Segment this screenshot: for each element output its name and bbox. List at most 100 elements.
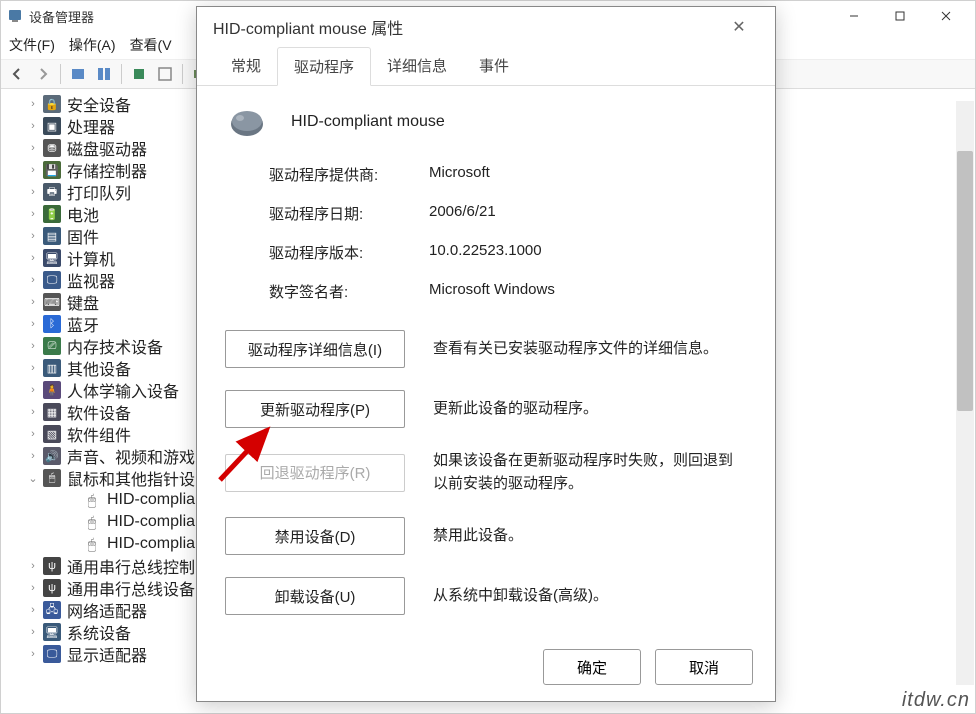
expand-icon[interactable]: › bbox=[27, 164, 39, 176]
driver-details-desc: 查看有关已安装驱动程序文件的详细信息。 bbox=[433, 338, 747, 361]
expand-icon[interactable]: › bbox=[27, 626, 39, 638]
expand-icon[interactable]: › bbox=[27, 604, 39, 616]
menu-action[interactable]: 操作(A) bbox=[69, 35, 116, 55]
tab-driver[interactable]: 驱动程序 bbox=[277, 47, 371, 86]
expand-icon[interactable]: › bbox=[27, 428, 39, 440]
category-icon: ⎚ bbox=[43, 337, 61, 355]
tree-item-label: 电池 bbox=[67, 202, 99, 226]
category-icon: 🖧 bbox=[43, 601, 61, 619]
category-icon: ψ bbox=[43, 557, 61, 575]
category-icon: ▦ bbox=[43, 403, 61, 421]
update-driver-button[interactable]: 更新驱动程序(P) bbox=[225, 390, 405, 428]
tabs: 常规 驱动程序 详细信息 事件 bbox=[197, 47, 775, 86]
toolbar-icon-4[interactable] bbox=[153, 62, 177, 86]
tree-item-label: 人体学输入设备 bbox=[67, 378, 179, 402]
expand-icon[interactable]: › bbox=[27, 142, 39, 154]
tree-item-label: 打印队列 bbox=[67, 180, 131, 204]
date-label: 驱动程序日期: bbox=[269, 203, 429, 224]
uninstall-device-desc: 从系统中卸载设备(高级)。 bbox=[433, 585, 747, 608]
tree-item-label: 蓝牙 bbox=[67, 312, 99, 336]
scrollbar-thumb[interactable] bbox=[957, 151, 973, 411]
category-icon: ▥ bbox=[43, 359, 61, 377]
expand-icon[interactable]: › bbox=[27, 120, 39, 132]
tree-item-label: 内存技术设备 bbox=[67, 334, 163, 358]
expand-icon[interactable]: › bbox=[27, 230, 39, 242]
category-icon: 🖵 bbox=[43, 645, 61, 663]
expand-icon[interactable]: ⌄ bbox=[27, 472, 39, 485]
expand-icon[interactable]: › bbox=[27, 252, 39, 264]
uninstall-device-button[interactable]: 卸载设备(U) bbox=[225, 577, 405, 615]
dialog-titlebar: HID-compliant mouse 属性 ✕ bbox=[197, 7, 775, 47]
expand-icon[interactable]: › bbox=[27, 340, 39, 352]
driver-info: 驱动程序提供商: Microsoft 驱动程序日期: 2006/6/21 驱动程… bbox=[225, 164, 747, 302]
category-icon: ⌨ bbox=[43, 293, 61, 311]
dialog-title: HID-compliant mouse 属性 bbox=[213, 15, 719, 39]
version-value: 10.0.22523.1000 bbox=[429, 242, 747, 263]
category-icon: 🖥 bbox=[43, 623, 61, 641]
tree-item-label: 存储控制器 bbox=[67, 158, 147, 182]
tree-item-label: 声音、视频和游戏 bbox=[67, 444, 195, 468]
menu-file[interactable]: 文件(F) bbox=[9, 35, 55, 55]
expand-icon[interactable]: › bbox=[27, 296, 39, 308]
expand-icon[interactable]: › bbox=[27, 318, 39, 330]
provider-value: Microsoft bbox=[429, 164, 747, 185]
expand-icon[interactable]: › bbox=[27, 208, 39, 220]
dialog-close-button[interactable]: ✕ bbox=[719, 7, 759, 47]
update-driver-desc: 更新此设备的驱动程序。 bbox=[433, 398, 747, 421]
tree-item-label: 系统设备 bbox=[67, 620, 131, 644]
category-icon: 🖱 bbox=[43, 469, 61, 487]
tree-item-label: 鼠标和其他指针设 bbox=[67, 466, 195, 490]
tree-item-label: 软件组件 bbox=[67, 422, 131, 446]
maximize-button[interactable] bbox=[877, 1, 923, 31]
watermark: itdw.cn bbox=[902, 689, 970, 712]
expand-icon[interactable]: › bbox=[27, 648, 39, 660]
device-name: HID-compliant mouse bbox=[291, 113, 445, 131]
tree-item-label: HID-complian bbox=[107, 491, 204, 509]
category-icon: ▣ bbox=[43, 117, 61, 135]
app-icon bbox=[7, 8, 23, 24]
driver-details-button[interactable]: 驱动程序详细信息(I) bbox=[225, 330, 405, 368]
tree-item-label: 网络适配器 bbox=[67, 598, 147, 622]
tree-item-label: 其他设备 bbox=[67, 356, 131, 380]
mouse-icon: 🖱 bbox=[83, 513, 101, 531]
category-icon: 🔋 bbox=[43, 205, 61, 223]
disable-device-button[interactable]: 禁用设备(D) bbox=[225, 517, 405, 555]
mouse-icon: 🖱 bbox=[83, 491, 101, 509]
tree-item-label: 通用串行总线设备 bbox=[67, 576, 195, 600]
scrollbar[interactable] bbox=[956, 101, 974, 685]
expand-icon[interactable]: › bbox=[27, 186, 39, 198]
expand-icon[interactable]: › bbox=[27, 582, 39, 594]
tree-item-label: 监视器 bbox=[67, 268, 115, 292]
category-icon: 💾 bbox=[43, 161, 61, 179]
expand-icon[interactable]: › bbox=[27, 384, 39, 396]
toolbar-icon-3[interactable] bbox=[127, 62, 151, 86]
tree-item-label: 键盘 bbox=[67, 290, 99, 314]
tab-events[interactable]: 事件 bbox=[463, 47, 525, 85]
expand-icon[interactable]: › bbox=[27, 560, 39, 572]
expand-icon[interactable]: › bbox=[27, 362, 39, 374]
minimize-button[interactable] bbox=[831, 1, 877, 31]
properties-dialog: HID-compliant mouse 属性 ✕ 常规 驱动程序 详细信息 事件… bbox=[196, 6, 776, 702]
tab-details[interactable]: 详细信息 bbox=[371, 47, 463, 85]
menu-view[interactable]: 查看(V bbox=[130, 35, 172, 55]
expand-icon[interactable]: › bbox=[27, 98, 39, 110]
expand-icon[interactable]: › bbox=[27, 274, 39, 286]
provider-label: 驱动程序提供商: bbox=[269, 164, 429, 185]
tree-item-label: HID-complian bbox=[107, 513, 204, 531]
category-icon: ▧ bbox=[43, 425, 61, 443]
toolbar-icon-2[interactable] bbox=[92, 62, 116, 86]
toolbar-icon-1[interactable] bbox=[66, 62, 90, 86]
rollback-driver-desc: 如果该设备在更新驱动程序时失败，则回退到以前安装的驱动程序。 bbox=[433, 450, 747, 495]
forward-button[interactable] bbox=[31, 62, 55, 86]
expand-icon[interactable]: › bbox=[27, 450, 39, 462]
tab-general[interactable]: 常规 bbox=[215, 47, 277, 85]
tree-item-label: 处理器 bbox=[67, 114, 115, 138]
close-button[interactable] bbox=[923, 1, 969, 31]
cancel-button[interactable]: 取消 bbox=[655, 649, 753, 685]
category-icon: ▤ bbox=[43, 227, 61, 245]
category-icon: 🔒 bbox=[43, 95, 61, 113]
expand-icon[interactable]: › bbox=[27, 406, 39, 418]
ok-button[interactable]: 确定 bbox=[543, 649, 641, 685]
mouse-icon bbox=[225, 104, 269, 140]
back-button[interactable] bbox=[5, 62, 29, 86]
